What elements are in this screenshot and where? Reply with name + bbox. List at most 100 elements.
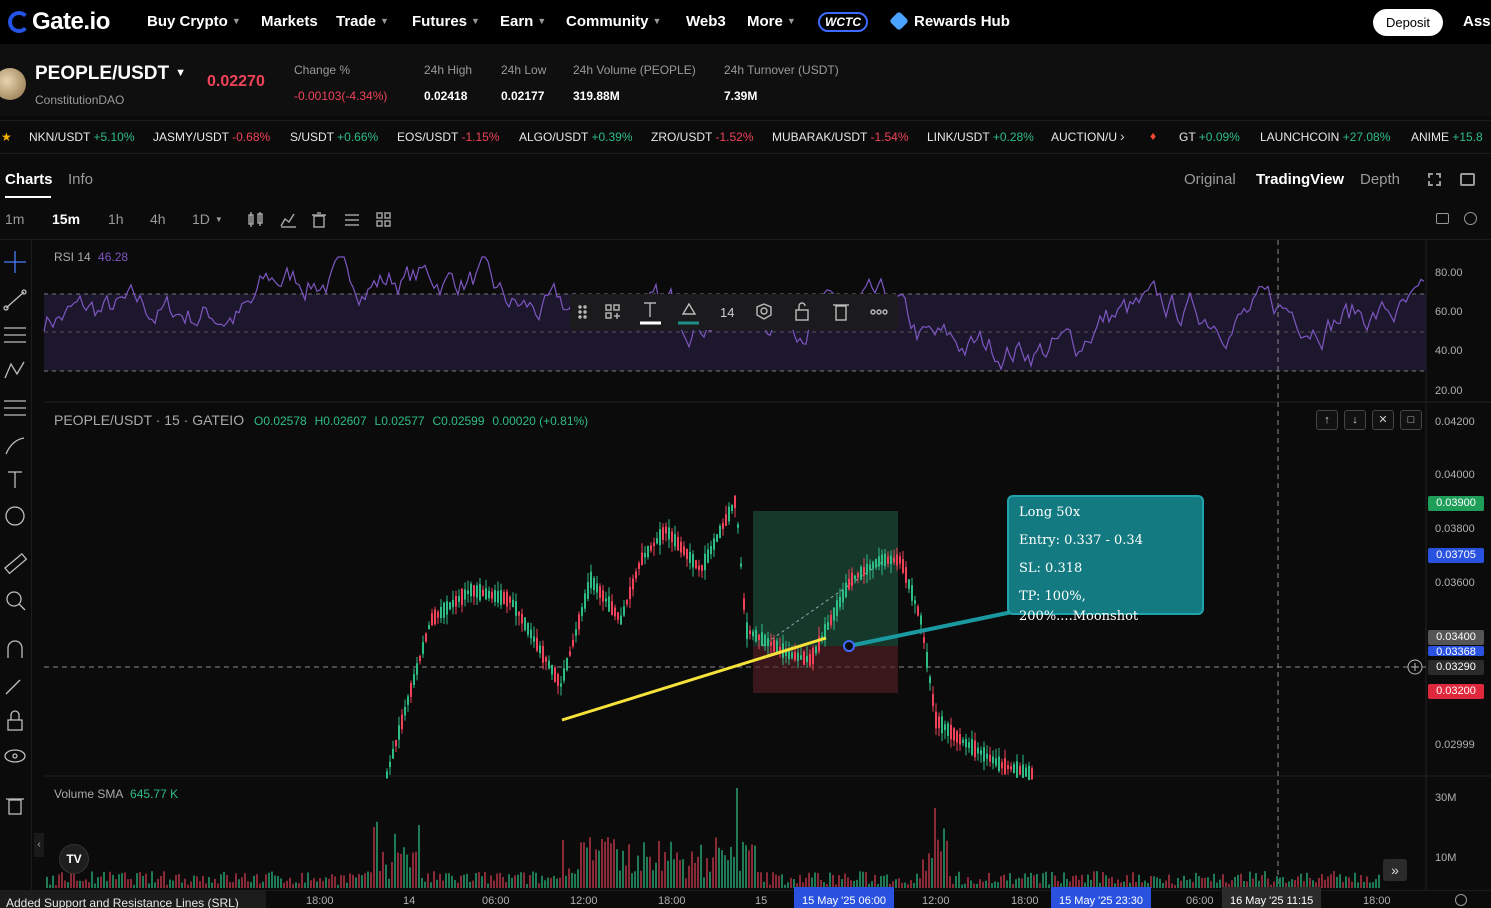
line-width-value[interactable]: 14	[720, 305, 734, 320]
time-axis-settings-icon[interactable]	[1455, 894, 1467, 906]
volume-bar	[1180, 880, 1182, 888]
volume-bar	[1192, 881, 1194, 888]
candle-body	[929, 676, 931, 684]
candle-body	[464, 589, 466, 600]
ticker-item[interactable]: ZRO/USDT -1.52%	[651, 130, 754, 144]
ticker-item[interactable]: NKN/USDT +5.10%	[29, 130, 135, 144]
volume-bar	[430, 882, 432, 888]
candle-body	[674, 534, 676, 547]
collapse-toolbar-button[interactable]: ‹	[34, 833, 44, 857]
volume-bar	[544, 880, 546, 888]
volume-bar	[976, 883, 978, 888]
volume-bar	[94, 883, 96, 888]
volume-bar	[187, 884, 189, 888]
rsi-tick: 40.00	[1435, 345, 1463, 357]
ticker-item[interactable]: JASMY/USDT -0.68%	[153, 130, 270, 144]
nav-web3[interactable]: Web3	[686, 13, 726, 30]
volume-bar	[160, 875, 162, 888]
tab-info[interactable]: Info	[68, 171, 93, 188]
candle-body	[521, 613, 523, 624]
camera-icon[interactable]	[1436, 213, 1449, 224]
window-icon[interactable]	[1460, 173, 1475, 186]
pair-symbol[interactable]: PEOPLE/USDT ▼	[35, 63, 186, 85]
candle-body	[656, 538, 658, 544]
ticker-item[interactable]: EOS/USDT -1.15%	[397, 130, 500, 144]
ticker-item[interactable]: MUBARAK/USDT -1.54%	[772, 130, 909, 144]
volume-bar	[493, 880, 495, 888]
price-tick: 0.04200	[1435, 416, 1475, 428]
list-icon	[345, 214, 359, 226]
volume-bar	[970, 880, 972, 888]
volume-bar	[1018, 877, 1020, 888]
candle-body	[518, 611, 520, 616]
fullscreen-icon[interactable]	[1428, 173, 1441, 186]
candle-body	[467, 590, 469, 595]
volume-bar	[61, 872, 63, 888]
move-pane-up-button[interactable]: ↑	[1316, 410, 1338, 430]
volume-bar	[175, 875, 177, 888]
ticker-item[interactable]: ALGO/USDT +0.39%	[519, 130, 633, 144]
nav-earn[interactable]: Earn ▼	[500, 13, 546, 30]
volume-bar	[598, 850, 600, 888]
nav-buy-crypto[interactable]: Buy Crypto ▼	[147, 13, 241, 30]
nav-more[interactable]: More ▼	[747, 13, 796, 30]
nav-markets[interactable]: Markets	[261, 13, 318, 30]
gate-logo[interactable]: Gate.io	[8, 8, 110, 36]
tab-charts[interactable]: Charts	[5, 171, 53, 188]
volume-bar	[613, 839, 615, 888]
tab-tradingview[interactable]: TradingView	[1256, 171, 1344, 188]
price-tick: 0.04000	[1435, 469, 1475, 481]
volume-bar	[517, 874, 519, 888]
interval-1d[interactable]: 1D ▼	[192, 211, 223, 227]
collapse-pane-button[interactable]: ✕	[1372, 410, 1394, 430]
low-label: 24h Low	[501, 63, 547, 77]
candle-body	[875, 558, 877, 568]
volume-bar	[367, 871, 369, 888]
interval-4h[interactable]: 4h	[150, 211, 166, 227]
position-callout[interactable]: Long 50x Entry: 0.337 - 0.34 SL: 0.318 T…	[1007, 495, 1204, 624]
maximize-pane-button[interactable]: □	[1400, 410, 1422, 430]
candle-body	[761, 632, 763, 646]
deposit-button[interactable]: Deposit	[1373, 9, 1443, 36]
candle-body	[536, 637, 538, 651]
tab-depth[interactable]: Depth	[1360, 171, 1400, 188]
candle-body	[1007, 765, 1009, 769]
candle-body	[476, 585, 478, 598]
hot-ticker-item[interactable]: LAUNCHCOIN +27.08%	[1260, 130, 1390, 144]
candle-body	[830, 614, 832, 626]
tab-original[interactable]: Original	[1184, 171, 1236, 188]
volume-bar	[997, 882, 999, 888]
ticker-item[interactable]: LINK/USDT +0.28%	[927, 130, 1034, 144]
hot-ticker-item[interactable]: ANIME +15.8	[1411, 130, 1483, 144]
nav-assets[interactable]: Asse	[1463, 13, 1491, 30]
nav-community[interactable]: Community ▼	[566, 13, 661, 30]
ticker-item[interactable]: S/USDT +0.66%	[290, 130, 378, 144]
nav-trade[interactable]: Trade ▼	[336, 13, 389, 30]
hot-ticker-item[interactable]: GT +0.09%	[1179, 130, 1240, 144]
tradingview-logo-icon[interactable]: TV	[59, 844, 89, 874]
move-pane-down-button[interactable]: ↓	[1344, 410, 1366, 430]
scroll-to-latest-button[interactable]: »	[1383, 859, 1407, 881]
nav-rewards-hub[interactable]: Rewards Hub	[914, 13, 1010, 30]
volume-bar	[64, 880, 66, 888]
volume-bar	[286, 880, 288, 888]
wctc-badge[interactable]: WCTC	[818, 12, 868, 32]
ticker-item[interactable]: AUCTION/U	[1051, 130, 1117, 144]
volume-bar	[142, 875, 144, 888]
candle-body	[803, 651, 805, 665]
nav-futures[interactable]: Futures ▼	[412, 13, 480, 30]
change-label: Change %	[294, 63, 351, 77]
interval-1h[interactable]: 1h	[108, 211, 124, 227]
settings-icon[interactable]	[1464, 212, 1477, 225]
interval-1m[interactable]: 1m	[5, 211, 24, 227]
volume-bar	[1162, 882, 1164, 888]
star-icon[interactable]: ★	[1, 130, 12, 144]
volume-bar	[385, 864, 387, 888]
chevron-right-icon[interactable]: ›	[1120, 128, 1125, 144]
candle-body	[956, 731, 958, 743]
interval-15m[interactable]: 15m	[52, 211, 80, 227]
tradingview-chart[interactable]	[0, 240, 1491, 890]
volume-bar	[733, 856, 735, 888]
candle-body	[722, 522, 724, 530]
volume-bar	[199, 881, 201, 888]
